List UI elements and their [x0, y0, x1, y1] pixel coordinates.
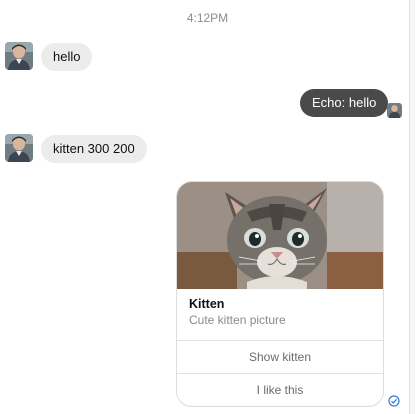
user-avatar [5, 42, 33, 70]
hero-card: Kitten Cute kitten picture Show kitten I… [176, 181, 384, 407]
user-avatar [5, 134, 33, 162]
delivered-check-icon [388, 395, 400, 407]
bot-avatar [387, 103, 402, 118]
show-kitten-button[interactable]: Show kitten [177, 340, 383, 373]
card-title: Kitten [189, 297, 225, 311]
incoming-message-bubble: hello [41, 43, 93, 71]
scrollbar[interactable] [409, 0, 415, 414]
card-subtitle: Cute kitten picture [189, 313, 286, 327]
i-like-this-button[interactable]: I like this [177, 373, 383, 406]
outgoing-message-bubble: Echo: hello [300, 89, 389, 117]
message-timestamp: 4:12PM [186, 11, 229, 25]
kitten-image [177, 182, 383, 289]
incoming-message-bubble: kitten 300 200 [41, 135, 147, 163]
